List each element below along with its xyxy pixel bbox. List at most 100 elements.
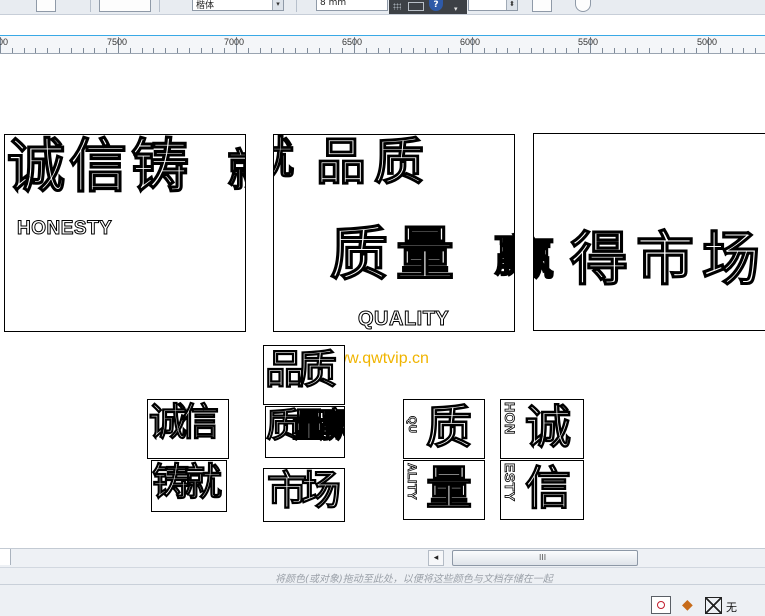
thumb-grip: III — [539, 553, 547, 562]
snap-icon[interactable] — [651, 596, 671, 614]
keyboard-icon[interactable] — [408, 2, 424, 11]
ruler-tick — [720, 48, 721, 53]
chevron-down-icon[interactable]: ▾ — [454, 5, 458, 13]
drawing-canvas[interactable]: 诚信铸 就 HONESTY 就 品质 质量 赢 QUALITY 赢 得市场 ht… — [0, 54, 765, 548]
ruler-tick — [566, 48, 567, 53]
headline-chinese-cut: 赢 — [493, 234, 514, 279]
seal-text: 铸就 — [152, 460, 223, 504]
ruler-tick — [130, 48, 131, 53]
headline-latin: QUALITY — [357, 308, 450, 330]
page-tab[interactable] — [0, 549, 11, 565]
ruler-tick — [519, 48, 520, 53]
headline-chinese-cut: 就 — [226, 148, 245, 193]
ruler-tick — [330, 48, 331, 53]
ruler-tick — [389, 48, 390, 53]
headline-chinese: 品质 — [315, 134, 432, 191]
seal-text: 诚信 — [148, 400, 219, 444]
toolbar-button[interactable] — [99, 0, 151, 12]
seal-block[interactable]: HON 诚 — [500, 399, 584, 459]
ruler-tick — [507, 48, 508, 53]
ruler-tick — [153, 48, 154, 53]
ruler-tick — [106, 48, 107, 53]
size-combo[interactable]: 8 mm — [316, 0, 388, 11]
scroll-thumb[interactable]: III — [452, 550, 638, 566]
seal-block[interactable]: 质量赢 — [265, 406, 345, 458]
ruler-tick — [531, 48, 532, 53]
seal-block[interactable]: ESTY 信 — [500, 460, 584, 520]
seal-text: 量 — [426, 461, 473, 515]
ruler-tick — [24, 48, 25, 53]
seal-text: 信 — [525, 461, 572, 515]
ruler-tick — [673, 48, 674, 53]
headline-chinese: 质量 — [329, 220, 463, 288]
headline-latin: HONESTY — [16, 218, 113, 239]
ruler-tick — [637, 48, 638, 53]
design-panel-market[interactable]: 赢 得市场 — [533, 133, 765, 331]
ruler-tick — [342, 48, 343, 53]
ruler-tick — [696, 48, 697, 53]
ruler-tick — [425, 48, 426, 53]
status-bar: ◆ 无 — [0, 584, 765, 616]
ruler-tick — [224, 48, 225, 53]
size-combo-value: 8 mm — [320, 0, 347, 8]
seal-latin: ESTY — [502, 463, 519, 502]
ruler-tick — [260, 48, 261, 53]
ruler-tick — [578, 48, 579, 53]
seal-text: 品质 — [265, 347, 338, 393]
ruler-tick — [212, 48, 213, 53]
seal-latin: HON — [502, 402, 519, 435]
chevron-down-icon[interactable]: ▾ — [272, 0, 283, 10]
ruler-tick — [165, 48, 166, 53]
ruler-tick — [437, 48, 438, 53]
ruler-tick — [555, 48, 556, 53]
ruler-label: 5500 — [578, 37, 599, 47]
ruler-tick — [366, 48, 367, 53]
toolbar-button[interactable] — [532, 0, 552, 12]
font-combo[interactable]: 楷体 ▾ — [192, 0, 284, 11]
ruler-tick — [625, 48, 626, 53]
seal-block[interactable]: 铸就 — [151, 460, 227, 512]
ruler-tick — [271, 48, 272, 53]
ruler-tick — [755, 48, 756, 53]
ruler-tick — [378, 48, 379, 53]
horizontal-ruler[interactable]: 00 7500 7000 6500 6000 5500 5000 — [0, 36, 765, 54]
seal-text: 诚 — [525, 400, 572, 454]
font-combo-value: 楷体 — [196, 1, 215, 11]
toolbar-button[interactable] — [36, 0, 56, 12]
ruler-tick — [94, 48, 95, 53]
seal-block[interactable]: 诚信 — [147, 399, 229, 459]
document-palette[interactable]: 将颜色(或对象)拖动至此处，以便将这些颜色与文档存储在一起 — [0, 567, 765, 585]
spin-field[interactable]: ⬍ — [468, 0, 518, 11]
scroll-left-button[interactable]: ◂ — [428, 550, 444, 566]
seal-block[interactable]: 市场 — [263, 468, 345, 522]
toolbar-separator — [159, 0, 160, 12]
ruler-tick — [177, 48, 178, 53]
ruler-tick — [684, 48, 685, 53]
ruler-tick — [448, 48, 449, 53]
toolbar-separator — [90, 0, 91, 12]
ruler-tick — [614, 48, 615, 53]
ruler-tick — [649, 48, 650, 53]
design-panel-honesty[interactable]: 诚信铸 就 HONESTY — [4, 134, 246, 332]
no-fill-swatch[interactable] — [705, 597, 722, 614]
ruler-tick — [307, 48, 308, 53]
ruler-label: 6000 — [460, 37, 481, 47]
ruler-label: 5000 — [697, 37, 718, 47]
horizontal-scrollbar[interactable]: ◂ III — [0, 548, 765, 567]
ruler-tick — [47, 48, 48, 53]
ruler-tick — [283, 48, 284, 53]
spinner-icon[interactable]: ⬍ — [506, 0, 517, 10]
seal-text: 市场 — [267, 468, 342, 514]
ruler-tick — [732, 48, 733, 53]
grip-icon[interactable] — [393, 3, 401, 10]
design-panel-quality[interactable]: 就 品质 质量 赢 QUALITY — [273, 134, 515, 332]
ruler-tick — [189, 48, 190, 53]
seal-text: 质 — [426, 400, 473, 454]
ruler-tick — [248, 48, 249, 53]
seal-block[interactable]: QU 质 — [403, 399, 485, 459]
seal-block[interactable]: 品质 — [263, 345, 345, 405]
ruler-tick — [319, 48, 320, 53]
seal-block[interactable]: ALITY 量 — [403, 460, 485, 520]
info-icon[interactable] — [575, 0, 591, 12]
fill-bucket-icon[interactable]: ◆ — [682, 597, 693, 613]
